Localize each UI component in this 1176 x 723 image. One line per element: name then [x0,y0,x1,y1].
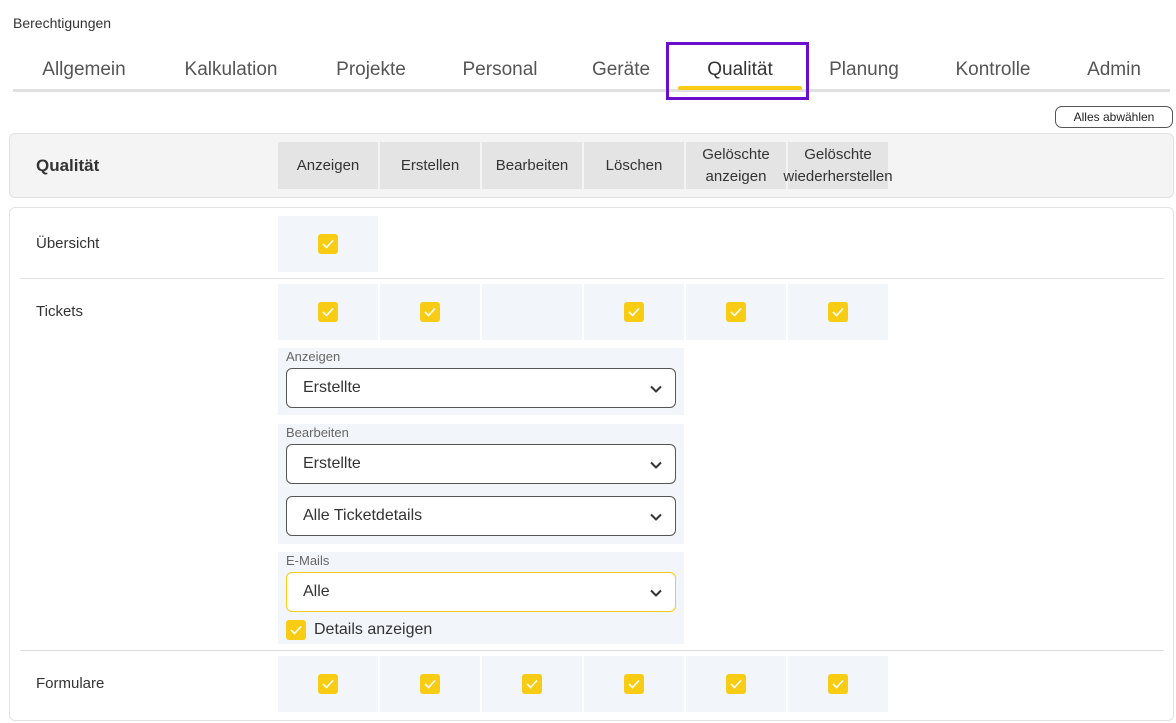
field-label-anzeigen: Anzeigen [286,349,341,364]
chevron-down-icon [650,385,662,393]
check-icon [624,302,644,322]
column-header-line: anzeigen [705,167,767,185]
row-label-tickets: Tickets [36,303,83,320]
checkbox-formulare-geloeschte-anzeigen[interactable] [686,656,786,712]
select-anzeigen[interactable]: Erstellte [286,368,676,408]
checkbox-formulare-geloeschte-wiederherstellen[interactable] [788,656,888,712]
section-title: Qualität [36,156,100,175]
tab-kontrolle[interactable]: Kontrolle [946,52,1040,89]
check-icon [726,674,746,694]
check-icon [726,302,746,322]
check-icon [318,674,338,694]
checkbox-formulare-loeschen[interactable] [584,656,684,712]
active-tab-indicator [678,86,802,90]
column-header-line: Gelöschte [804,145,872,163]
row-label-uebersicht: Übersicht [36,235,100,252]
select-value: Erstellte [303,379,361,396]
tab-qualitaet[interactable]: Qualität [678,52,802,90]
checkbox-tickets-geloeschte-anzeigen[interactable] [686,284,786,340]
checkbox-formulare-bearbeiten[interactable] [482,656,582,712]
check-icon [828,674,848,694]
column-header-anzeigen: Anzeigen [278,142,378,189]
checkbox-tickets-anzeigen[interactable] [278,284,378,340]
row-divider [20,650,1164,651]
row-label-formulare: Formulare [36,675,105,692]
checkbox-formulare-anzeigen[interactable] [278,656,378,712]
field-label-bearbeiten: Bearbeiten [286,425,349,440]
check-icon [522,674,542,694]
select-value: Alle Ticketdetails [303,507,423,524]
tab-projekte[interactable]: Projekte [326,52,416,89]
select-bearbeiten-scope[interactable]: Erstellte [286,444,676,484]
check-icon [828,302,848,322]
checkbox-formulare-erstellen[interactable] [380,656,480,712]
checkbox-tickets-loeschen[interactable] [584,284,684,340]
column-header-geloeschte-wiederherstellen: Gelöschte wiederherstellen [783,142,893,189]
column-header-erstellen: Erstellen [380,142,480,189]
field-group-anzeigen: Anzeigen Erstellte [278,348,684,415]
tab-geraete[interactable]: Geräte [585,52,657,89]
check-icon [318,234,338,254]
field-label-emails: E-Mails [286,553,330,568]
check-icon [624,674,644,694]
select-bearbeiten-details[interactable]: Alle Ticketdetails [286,496,676,536]
checkbox-details-anzeigen[interactable]: Details anzeigen [286,620,432,640]
chevron-down-icon [650,589,662,597]
chevron-down-icon [650,513,662,521]
check-icon [420,302,440,322]
check-icon [318,302,338,322]
tab-qualitaet-label: Qualität [707,59,773,80]
tab-allgemein[interactable]: Allgemein [28,52,140,89]
checkbox-tickets-geloeschte-wiederherstellen[interactable] [788,284,888,340]
checkbox-uebersicht-anzeigen[interactable] [278,216,378,272]
tab-kalkulation[interactable]: Kalkulation [174,52,288,89]
tab-admin[interactable]: Admin [1081,52,1147,89]
row-divider [20,278,1164,279]
checkbox-tickets-erstellen[interactable] [380,284,480,340]
column-header-line: wiederherstellen [783,167,893,185]
column-header-bearbeiten: Bearbeiten [482,142,582,189]
column-header-geloeschte-anzeigen: Gelöschte anzeigen [686,142,786,189]
tab-planung[interactable]: Planung [820,52,908,89]
select-value: Erstellte [303,455,361,472]
checkbox-label: Details anzeigen [314,621,433,638]
cell-tickets-bearbeiten-empty [482,284,582,340]
column-header-loeschen: Löschen [584,142,684,189]
tab-bar: Allgemein Kalkulation Projekte Personal … [13,52,1170,92]
deselect-all-button[interactable]: Alles abwählen [1055,106,1173,128]
tab-personal[interactable]: Personal [453,52,547,89]
select-value: Alle [303,583,330,600]
page-title: Berechtigungen [13,15,112,31]
select-emails[interactable]: Alle [286,572,676,612]
column-header-line: Gelöschte [702,145,770,163]
field-group-bearbeiten: Bearbeiten Erstellte Alle Ticketdetails [278,424,684,544]
field-group-emails: E-Mails Alle Details anzeigen [278,552,684,644]
chevron-down-icon [650,461,662,469]
check-icon [420,674,440,694]
check-icon [286,620,306,640]
